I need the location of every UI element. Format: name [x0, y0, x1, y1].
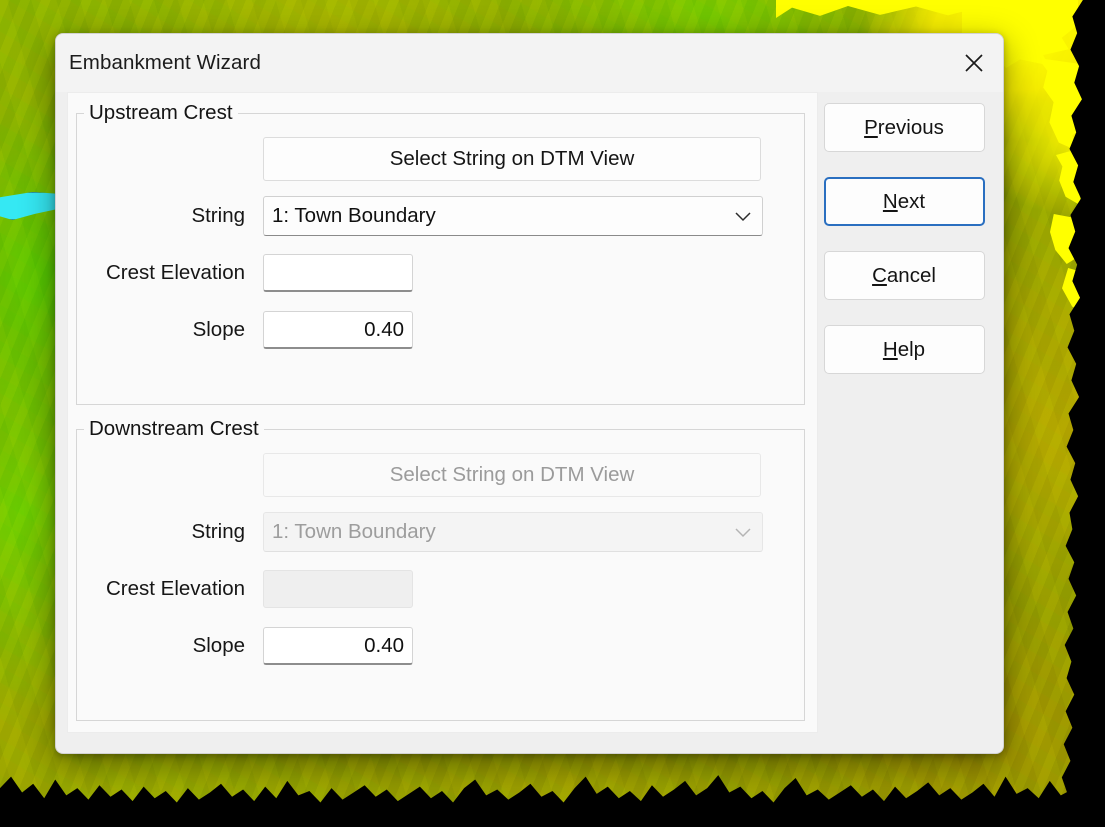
chevron-down-icon: [734, 527, 752, 538]
label-crest-elevation-upstream: Crest Elevation: [105, 261, 245, 284]
slope-input-upstream[interactable]: [263, 311, 413, 349]
row-upstream-select-string: Select String on DTM View: [77, 136, 804, 182]
crest-elevation-input-upstream[interactable]: [263, 254, 413, 292]
string-dropdown-value-upstream: 1: Town Boundary: [272, 204, 436, 227]
row-downstream-string: String 1: Town Boundary: [77, 509, 804, 555]
slope-input-downstream[interactable]: [263, 627, 413, 666]
row-downstream-select-string: Select String on DTM View: [77, 452, 804, 498]
desktop-background: Embankment Wizard Upstream Crest Select …: [0, 0, 1105, 827]
label-string-upstream: String: [191, 204, 245, 227]
row-upstream-slope: Slope: [77, 307, 804, 353]
content-panel: Upstream Crest Select String on DTM View…: [67, 92, 818, 733]
next-button-label: ext: [897, 189, 926, 213]
help-button[interactable]: Help: [823, 325, 985, 374]
previous-button[interactable]: Previous: [823, 103, 985, 152]
dialog-title: Embankment Wizard: [69, 51, 261, 74]
row-upstream-string: String 1: Town Boundary: [77, 193, 804, 239]
label-crest-elevation-downstream: Crest Elevation: [105, 577, 245, 601]
help-button-mnemonic: H: [882, 337, 898, 361]
help-button-label: elp: [897, 337, 926, 361]
label-string-downstream: String: [191, 520, 245, 544]
label-slope-upstream: Slope: [192, 318, 245, 341]
row-upstream-crest-elevation: Crest Elevation: [77, 250, 804, 296]
string-dropdown-downstream: 1: Town Boundary: [263, 512, 763, 553]
embankment-wizard-dialog: Embankment Wizard Upstream Crest Select …: [55, 33, 1004, 754]
chevron-down-icon: [734, 211, 752, 222]
dialog-button-column: Previous Next Cancel Help: [818, 92, 990, 733]
row-downstream-slope: Slope: [77, 623, 804, 669]
cancel-button-mnemonic: C: [872, 263, 887, 287]
previous-button-label: revious: [877, 115, 944, 139]
string-dropdown-value-downstream: 1: Town Boundary: [272, 520, 436, 544]
close-icon: [961, 50, 987, 76]
dialog-body: Upstream Crest Select String on DTM View…: [56, 92, 1003, 753]
string-dropdown-upstream[interactable]: 1: Town Boundary: [263, 196, 763, 236]
previous-button-mnemonic: P: [864, 115, 878, 139]
cancel-button[interactable]: Cancel: [823, 251, 985, 300]
next-button-mnemonic: N: [882, 189, 898, 213]
select-string-on-dtm-view-button-downstream: Select String on DTM View: [263, 453, 761, 498]
dialog-titlebar: Embankment Wizard: [56, 34, 1003, 92]
label-slope-downstream: Slope: [192, 634, 245, 658]
group-upstream-crest: Upstream Crest Select String on DTM View…: [76, 101, 805, 406]
next-button[interactable]: Next: [823, 177, 985, 226]
group-title-downstream: Downstream Crest: [84, 417, 264, 442]
group-title-upstream: Upstream Crest: [84, 101, 238, 125]
select-string-on-dtm-view-button-upstream[interactable]: Select String on DTM View: [263, 137, 761, 181]
close-button[interactable]: [945, 34, 1003, 92]
cancel-button-label: ancel: [886, 263, 936, 287]
row-downstream-crest-elevation: Crest Elevation: [77, 566, 804, 612]
group-downstream-crest: Downstream Crest Select String on DTM Vi…: [76, 417, 805, 721]
crest-elevation-input-downstream: [263, 570, 413, 609]
